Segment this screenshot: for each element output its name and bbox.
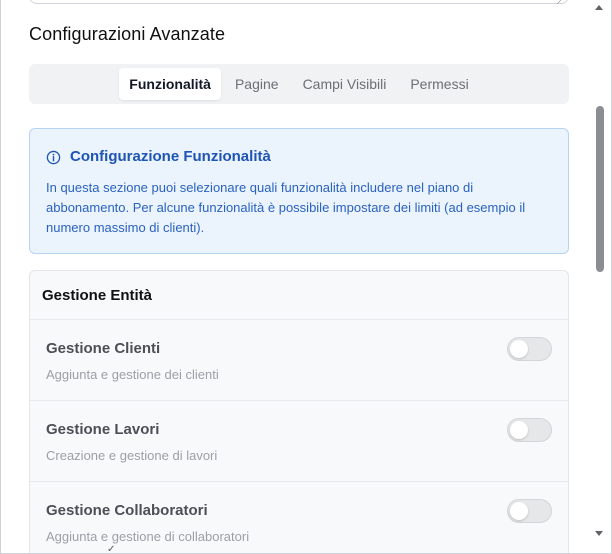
section-title: Configurazioni Avanzate [29,24,226,44]
dialog-frame: ⟋ Configurazioni Avanzate Funzionalità P… [0,0,612,554]
tab-funzionalita[interactable]: Funzionalità [119,68,221,100]
scrollbar[interactable] [593,0,607,553]
scrollbar-thumb[interactable] [596,106,604,272]
toggle-gestione-lavori[interactable] [507,418,552,442]
tab-permessi[interactable]: Permessi [400,68,478,100]
info-circle-icon [46,150,61,165]
tab-list: Funzionalità Pagine Campi Visibili Perme… [29,64,569,104]
toggle-knob [510,340,528,358]
feature-group: Gestione Entità Gestione Clienti Aggiunt… [29,270,569,553]
feature-name: Gestione Collaboratori [46,502,208,519]
scroll-up-arrow-icon[interactable] [595,5,603,10]
toggle-knob [510,502,528,520]
info-alert: Configurazione Funzionalità In questa se… [29,128,569,254]
toggle-gestione-clienti[interactable] [507,337,552,361]
resize-grip-icon[interactable]: ⟋ [557,0,569,7]
toggle-knob [510,421,528,439]
info-description: In questa sezione puoi selezionare quali… [46,180,526,235]
feature-description: Aggiunta e gestione di collaboratori [46,529,250,544]
scroll-down-arrow-icon[interactable] [595,531,603,536]
feature-description: Creazione e gestione di lavori [46,448,218,463]
feature-row-gestione-clienti: Gestione Clienti Aggiunta e gestione dei… [30,320,568,401]
previous-textarea[interactable] [29,0,569,4]
feature-name: Gestione Clienti [46,340,161,357]
tab-campi-visibili[interactable]: Campi Visibili [293,68,397,100]
feature-row-gestione-lavori: Gestione Lavori Creazione e gestione di … [30,401,568,482]
toggle-gestione-collaboratori[interactable] [507,499,552,523]
group-title: Gestione Entità [42,287,153,304]
feature-description: Aggiunta e gestione dei clienti [46,367,219,382]
checkmark-icon: ✓ [107,544,116,554]
tab-pagine[interactable]: Pagine [225,68,289,100]
feature-name: Gestione Lavori [46,421,160,438]
info-title: Configurazione Funzionalità [70,148,271,165]
